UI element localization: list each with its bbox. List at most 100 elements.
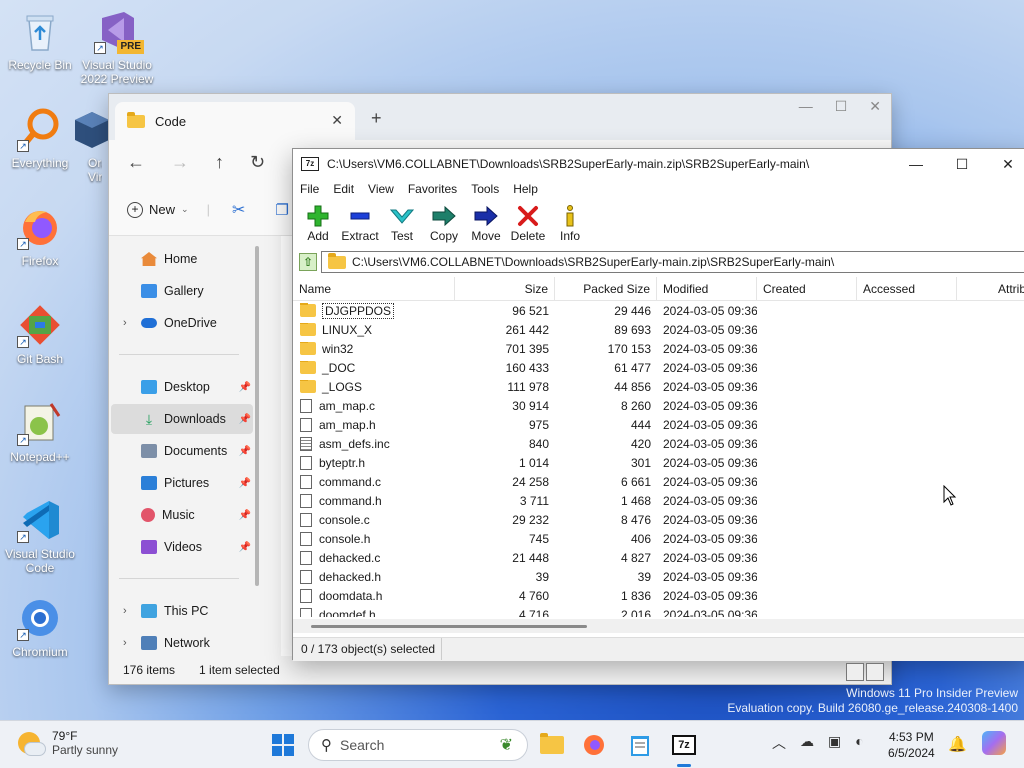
pin-icon[interactable]: 📌 — [239, 446, 251, 457]
pin-icon[interactable]: 📌 — [239, 414, 251, 425]
sidebar-item-gallery[interactable]: Gallery — [111, 276, 253, 306]
info-button[interactable]: Info — [549, 199, 591, 243]
network-off-icon[interactable]: ☁ — [800, 733, 814, 753]
copy-icon[interactable]: ❐ — [275, 201, 288, 219]
folder-row[interactable]: _DOC 160 433 61 477 2024-03-05 09:36 — [293, 358, 1024, 377]
taskbar-notepad[interactable] — [626, 731, 654, 759]
menu-view[interactable]: View — [361, 182, 401, 196]
explorer-tab-code[interactable]: Code ✕ — [115, 102, 355, 140]
sidebar-item-onedrive[interactable]: › OneDrive — [111, 308, 253, 338]
taskbar-search[interactable]: ⚲ Search ❦ — [308, 729, 528, 761]
chevron-right-icon[interactable]: › — [123, 605, 127, 617]
move-button[interactable]: Move — [465, 199, 507, 243]
pin-icon[interactable]: 📌 — [239, 478, 251, 489]
copy-button[interactable]: Copy — [423, 199, 465, 243]
pin-icon[interactable]: 📌 — [239, 510, 251, 521]
file-row[interactable]: doomdef.h 4 716 2 016 2024-03-05 09:36 — [293, 605, 1024, 617]
desktop-icon-recycle-bin[interactable]: Recycle Bin — [0, 8, 80, 72]
close-tab-icon[interactable]: ✕ — [331, 112, 343, 129]
file-row[interactable]: am_map.h 975 444 2024-03-05 09:36 — [293, 415, 1024, 434]
sidebar-item-music[interactable]: Music 📌 — [111, 500, 253, 530]
start-button[interactable] — [272, 734, 294, 756]
file-row[interactable]: console.h 745 406 2024-03-05 09:36 — [293, 529, 1024, 548]
column-header-name[interactable]: Name — [293, 277, 455, 301]
close-icon[interactable]: ✕ — [869, 98, 881, 115]
sidebar-item-videos[interactable]: Videos 📌 — [111, 532, 253, 562]
folder-row[interactable]: DJGPPDOS 96 521 29 446 2024-03-05 09:36 — [293, 301, 1024, 320]
sidebar-item-downloads[interactable]: ⤓ Downloads 📌 — [111, 404, 253, 434]
sevenzip-title-bar[interactable]: 7z C:\Users\VM6.COLLABNET\Downloads\SRB2… — [293, 149, 1024, 179]
taskbar-file-explorer[interactable] — [538, 731, 566, 759]
copilot-icon[interactable] — [982, 731, 1006, 755]
file-row[interactable]: command.c 24 258 6 661 2024-03-05 09:36 — [293, 472, 1024, 491]
refresh-icon[interactable]: ↻ — [250, 152, 265, 173]
column-header-modified[interactable]: Modified — [657, 277, 757, 301]
delete-button[interactable]: Delete — [507, 199, 549, 243]
file-row[interactable]: console.c 29 232 8 476 2024-03-05 09:36 — [293, 510, 1024, 529]
sidebar-item-documents[interactable]: Documents 📌 — [111, 436, 253, 466]
file-list[interactable]: Name Size Packed Size Modified Created A… — [293, 277, 1024, 617]
file-row[interactable]: dehacked.c 21 448 4 827 2024-03-05 09:36 — [293, 548, 1024, 567]
desktop-icon-visual-studio-2022[interactable]: PRE ↗ Visual Studio 2022 Preview — [77, 8, 157, 86]
taskbar-7zip[interactable]: 7z — [670, 731, 698, 767]
file-row[interactable]: doomdata.h 4 760 1 836 2024-03-05 09:36 — [293, 586, 1024, 605]
column-header-packed-size[interactable]: Packed Size — [555, 277, 657, 301]
minimize-icon[interactable]: — — [893, 149, 939, 179]
file-row[interactable]: dehacked.h 39 39 2024-03-05 09:36 — [293, 567, 1024, 586]
notification-bell-icon[interactable]: 🔔 — [948, 735, 967, 753]
column-header-created[interactable]: Created — [757, 277, 857, 301]
desktop-icon-firefox[interactable]: ↗ Firefox — [0, 204, 80, 268]
tiles-view-icon[interactable] — [866, 663, 884, 681]
column-header-size[interactable]: Size — [455, 277, 555, 301]
menu-help[interactable]: Help — [506, 182, 545, 196]
device-icon[interactable]: ▣ — [828, 733, 841, 753]
add-button[interactable]: Add — [297, 199, 339, 243]
minimize-icon[interactable]: — — [799, 98, 813, 115]
new-tab-icon[interactable]: + — [371, 108, 382, 129]
sidebar-item-home[interactable]: Home — [111, 244, 253, 274]
back-icon[interactable]: ← — [127, 152, 145, 173]
file-row[interactable]: am_map.c 30 914 8 260 2024-03-05 09:36 — [293, 396, 1024, 415]
weather-widget[interactable]: 79°F Partly sunny — [18, 729, 118, 757]
menu-file[interactable]: File — [293, 182, 326, 196]
file-row[interactable]: command.h 3 711 1 468 2024-03-05 09:36 — [293, 491, 1024, 510]
menu-edit[interactable]: Edit — [326, 182, 361, 196]
column-header-accessed[interactable]: Accessed — [857, 277, 957, 301]
column-header-attrib[interactable]: Attrib — [957, 277, 1024, 301]
menu-tools[interactable]: Tools — [464, 182, 506, 196]
taskbar-clock[interactable]: 4:53 PM 6/5/2024 — [888, 729, 935, 761]
desktop-icon-git-bash[interactable]: ↗ Git Bash — [0, 302, 80, 366]
up-folder-icon[interactable]: ⇧ — [299, 253, 317, 271]
close-icon[interactable]: ✕ — [985, 149, 1024, 179]
taskbar-firefox[interactable] — [580, 731, 608, 759]
file-row[interactable]: byteptr.h 1 014 301 2024-03-05 09:36 — [293, 453, 1024, 472]
menu-favorites[interactable]: Favorites — [401, 182, 464, 196]
sidebar-item-desktop[interactable]: Desktop 📌 — [111, 372, 253, 402]
sevenzip-window[interactable]: 7z C:\Users\VM6.COLLABNET\Downloads\SRB2… — [292, 148, 1024, 661]
sidebar-scrollbar[interactable] — [255, 246, 259, 586]
test-button[interactable]: Test — [381, 199, 423, 243]
forward-icon[interactable]: → — [171, 152, 189, 173]
chevron-right-icon[interactable]: › — [123, 637, 127, 649]
pin-icon[interactable]: 📌 — [239, 542, 251, 553]
desktop-icon-notepadpp[interactable]: ↗ Notepad++ — [0, 400, 80, 464]
chevron-up-icon[interactable]: ︿ — [772, 733, 786, 753]
extract-button[interactable]: Extract — [339, 199, 381, 243]
folder-row[interactable]: win32 701 395 170 153 2024-03-05 09:36 — [293, 339, 1024, 358]
horizontal-scrollbar[interactable] — [293, 619, 1024, 633]
volume-icon[interactable]: ◐ — [855, 733, 863, 753]
details-view-icon[interactable] — [846, 663, 864, 681]
folder-row[interactable]: _LOGS 111 978 44 856 2024-03-05 09:36 — [293, 377, 1024, 396]
sidebar-item-this-pc[interactable]: › This PC — [111, 596, 253, 626]
address-input[interactable]: C:\Users\VM6.COLLABNET\Downloads\SRB2Sup… — [321, 251, 1024, 273]
chevron-right-icon[interactable]: › — [123, 317, 127, 329]
desktop-icon-vscode[interactable]: ↗ Visual Studio Code — [0, 497, 80, 575]
maximize-icon[interactable]: ☐ — [835, 98, 848, 115]
desktop-icon-chromium[interactable]: ↗ Chromium — [0, 595, 80, 659]
cut-icon[interactable]: ✂ — [232, 200, 245, 220]
sidebar-item-pictures[interactable]: Pictures 📌 — [111, 468, 253, 498]
pin-icon[interactable]: 📌 — [239, 382, 251, 393]
sidebar-item-network[interactable]: › Network — [111, 628, 253, 658]
scrollbar-thumb[interactable] — [311, 625, 587, 628]
up-icon[interactable]: ↑ — [215, 152, 224, 173]
